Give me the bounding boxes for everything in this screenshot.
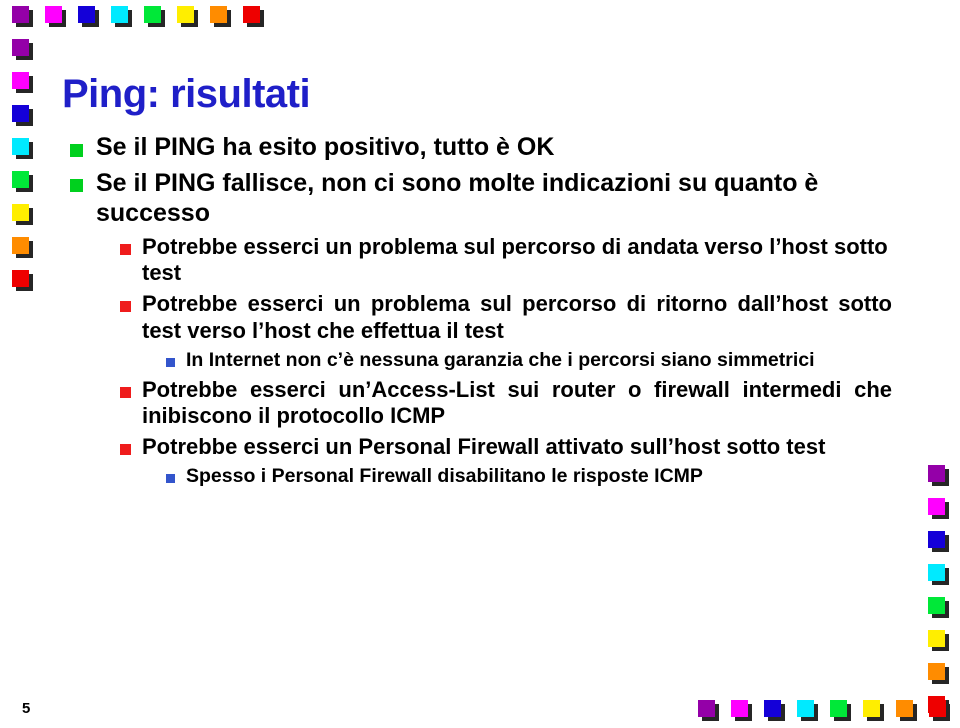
bullet-text: In Internet non c’è nessuna garanzia che… [186, 348, 815, 371]
red-square-bullet-icon [120, 301, 131, 313]
square-face [929, 700, 946, 717]
top-square-row-square [12, 6, 33, 27]
square-face [731, 700, 748, 717]
square-face [12, 204, 29, 221]
top-square-row-square [78, 6, 99, 27]
bullet-text: Spesso i Personal Firewall disabilitano … [186, 465, 703, 488]
top-square-row-square [45, 6, 66, 27]
square-face [111, 6, 128, 23]
square-face [12, 6, 29, 23]
square-face [12, 171, 29, 188]
page-title: Ping: risultati [62, 72, 311, 116]
bottom-square-row-square [797, 700, 818, 721]
square-face [928, 531, 945, 548]
right-square-column-square [928, 465, 949, 486]
bullet-text: Potrebbe esserci un’Access-List sui rout… [142, 376, 892, 429]
bullet-text: Potrebbe esserci un problema sul percors… [142, 291, 892, 343]
square-face [896, 700, 913, 717]
left-square-column-square [12, 204, 33, 225]
square-face [45, 6, 62, 23]
right-square-column-square [928, 663, 949, 684]
square-face [12, 138, 29, 155]
right-square-column-square [928, 597, 949, 618]
left-square-column-square [12, 171, 33, 192]
right-square-column-square [928, 498, 949, 519]
bullet-item: Se il PING fallisce, non ci sono molte i… [62, 168, 892, 229]
right-square-column-square [928, 564, 949, 585]
red-square-bullet-icon [120, 243, 131, 255]
blue-square-bullet-icon [166, 357, 175, 367]
right-square-column-square [928, 630, 949, 651]
bullet-item: Potrebbe esserci un Personal Firewall at… [62, 434, 892, 461]
top-square-row-square [111, 6, 132, 27]
square-face [928, 630, 945, 647]
square-face [12, 105, 29, 122]
bottom-square-row-square [929, 700, 950, 721]
square-face [928, 663, 945, 680]
square-face [243, 6, 260, 23]
bullet-item: Potrebbe esserci un’Access-List sui rout… [62, 377, 892, 431]
bullet-item: In Internet non c’è nessuna garanzia che… [62, 349, 892, 373]
bullet-text: Se il PING ha esito positivo, tutto è OK [96, 133, 555, 161]
left-square-column-square [12, 138, 33, 159]
square-face [928, 498, 945, 515]
top-square-row-square [144, 6, 165, 27]
square-face [764, 700, 781, 717]
left-square-column-square [12, 270, 33, 291]
blue-square-bullet-icon [166, 474, 175, 484]
square-face [928, 465, 945, 482]
top-square-row-square [210, 6, 231, 27]
square-face [698, 700, 715, 717]
bottom-square-row-square [764, 700, 785, 721]
bullet-item: Potrebbe esserci un problema sul percors… [62, 234, 892, 288]
right-square-column-square [928, 531, 949, 552]
bottom-square-row-square [731, 700, 752, 721]
square-face [12, 270, 29, 287]
bullet-text: Potrebbe esserci un problema sul percors… [142, 233, 888, 286]
square-face [830, 700, 847, 717]
green-square-bullet-icon [70, 143, 83, 157]
slide-canvas: Ping: risultati Se il PING ha esito posi… [0, 0, 960, 728]
left-square-column-square [12, 237, 33, 258]
square-face [928, 597, 945, 614]
square-face [928, 564, 945, 581]
top-square-row-square [177, 6, 198, 27]
bullet-item: Potrebbe esserci un problema sul percors… [62, 291, 892, 345]
bottom-square-row-square [863, 700, 884, 721]
square-face [12, 237, 29, 254]
left-square-column-square [12, 72, 33, 93]
bullet-text: Potrebbe esserci un Personal Firewall at… [142, 434, 826, 460]
square-face [12, 39, 29, 56]
red-square-bullet-icon [120, 444, 131, 456]
bullet-item: Spesso i Personal Firewall disabilitano … [62, 465, 892, 489]
square-face [797, 700, 814, 717]
bottom-square-row-square [896, 700, 917, 721]
left-square-column-square [12, 39, 33, 60]
square-face [12, 72, 29, 89]
square-face [863, 700, 880, 717]
square-face [144, 6, 161, 23]
square-face [78, 6, 95, 23]
page-number: 5 [22, 700, 31, 717]
square-face [210, 6, 227, 23]
square-face [177, 6, 194, 23]
bottom-square-row-square [830, 700, 851, 721]
top-square-row-square [243, 6, 264, 27]
bullet-item: Se il PING ha esito positivo, tutto è OK [62, 132, 892, 163]
left-square-column-square [12, 105, 33, 126]
red-square-bullet-icon [120, 386, 131, 398]
bullet-list: Se il PING ha esito positivo, tutto è OK… [62, 132, 892, 493]
bullet-text: Se il PING fallisce, non ci sono molte i… [96, 168, 819, 228]
bottom-square-row-square [698, 700, 719, 721]
green-square-bullet-icon [70, 179, 83, 192]
